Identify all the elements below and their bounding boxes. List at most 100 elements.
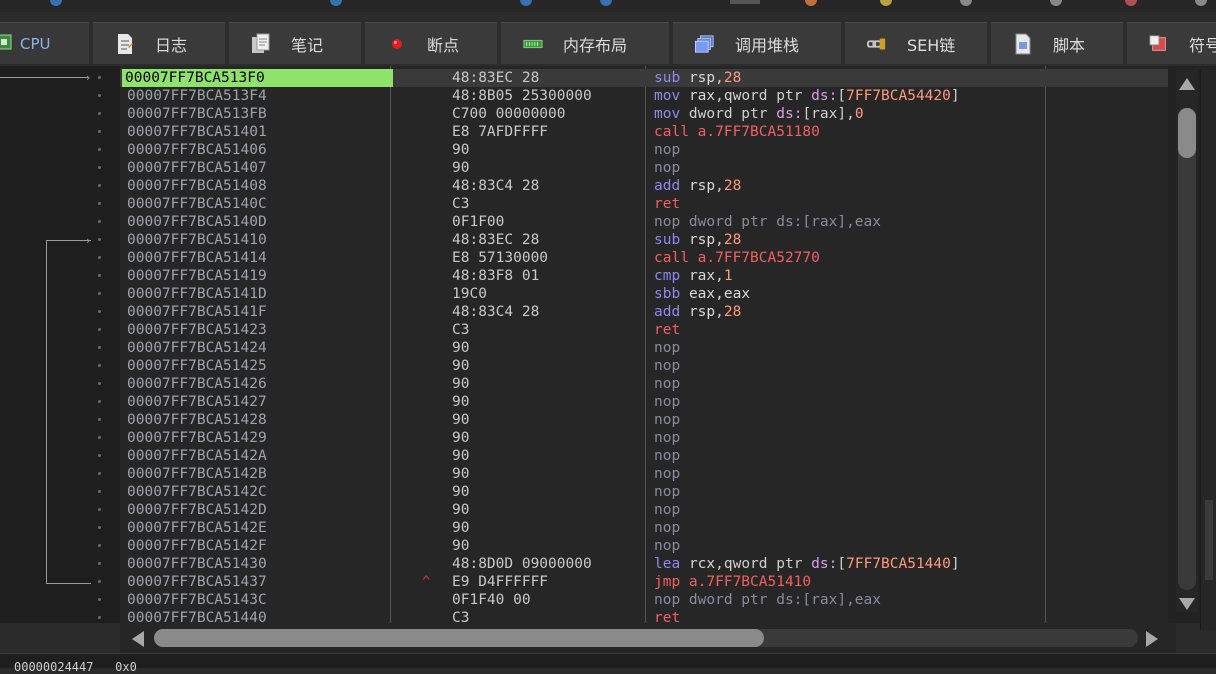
breakpoint-slot[interactable] [98,382,101,385]
breakpoint-slot[interactable] [98,436,101,439]
instruction-cell: ret [654,195,680,213]
breakpoint-slot[interactable] [98,418,101,421]
scroll-thumb[interactable] [154,629,764,647]
disasm-row[interactable]: 00007FF7BCA51424 90 nop [120,339,1168,357]
disasm-row[interactable]: 00007FF7BCA51427 90 nop [120,393,1168,411]
memory-map-icon [523,33,543,55]
tab-call-stack[interactable]: 调用堆栈 [673,22,841,64]
breakpoint-slot[interactable] [98,526,101,529]
disasm-row[interactable]: 00007FF7BCA51430 48:8D0D 09000000 lea rcx,… [120,555,1168,573]
instruction-token: sbb [654,286,681,302]
disasm-row[interactable]: 00007FF7BCA5140C C3 ret [120,195,1168,213]
disasm-row[interactable]: 00007FF7BCA51426 90 nop [120,375,1168,393]
disasm-row[interactable]: 00007FF7BCA513FB C700 00000000 mov dword p… [120,105,1168,123]
disasm-row[interactable]: 00007FF7BCA51429 90 nop [120,429,1168,447]
toolbar-icon[interactable] [520,0,532,6]
disasm-row[interactable]: 00007FF7BCA51425 90 nop [120,357,1168,375]
breakpoint-slot[interactable] [98,580,101,583]
instruction-token: [rax],eax [802,214,881,230]
toolbar-icon[interactable] [960,0,972,6]
disassembly-listing[interactable]: 00007FF7BCA513F0 48:83EC 28 sub rsp,28 0000… [120,66,1168,623]
disasm-row[interactable]: 00007FF7BCA51407 90 nop [120,159,1168,177]
disasm-row[interactable]: 00007FF7BCA51437 ^ E9 D4FFFFFF jmp a.7FF7BC… [120,573,1168,591]
toolbar-icon[interactable] [1195,0,1207,6]
breakpoint-slot[interactable] [98,310,101,313]
breakpoint-slot[interactable] [98,400,101,403]
breakpoint-slot[interactable] [98,346,101,349]
scroll-thumb[interactable] [1178,108,1196,158]
disasm-row[interactable]: 00007FF7BCA5140D 0F1F00 nop dword ptr ds:[… [120,213,1168,231]
breakpoint-slot[interactable] [98,274,101,277]
panel-splitter[interactable] [1205,500,1213,580]
scroll-track[interactable] [1178,108,1196,590]
tab-seh-chain[interactable]: SEH链 [845,22,987,64]
toolbar-icon[interactable] [880,0,892,6]
breakpoint-slot[interactable] [98,490,101,493]
toolbar-icon[interactable] [50,0,62,6]
breakpoint-slot[interactable] [98,508,101,511]
disasm-row[interactable]: 00007FF7BCA513F4 48:8B05 25300000 mov rax,… [120,87,1168,105]
toolbar-icon[interactable] [600,0,612,6]
disasm-row[interactable]: 00007FF7BCA51406 90 nop [120,141,1168,159]
scroll-right-icon[interactable] [1146,631,1158,647]
toolbar-icon[interactable] [805,0,817,6]
toolbar-icon[interactable] [1125,0,1137,6]
disasm-row[interactable]: 00007FF7BCA5141D 19C0 sbb eax,eax [120,285,1168,303]
breakpoint-slot[interactable] [98,184,101,187]
address-cell: 00007FF7BCA51424 [127,340,267,356]
breakpoint-slot[interactable] [98,166,101,169]
instruction-cell: add rsp,28 [654,303,741,321]
disasm-row[interactable]: 00007FF7BCA5143C 0F1F40 00 nop dword ptr d… [120,591,1168,609]
breakpoint-slot[interactable] [98,616,101,619]
disasm-row[interactable]: 00007FF7BCA513F0 48:83EC 28 sub rsp,28 [120,69,1168,87]
disasm-row[interactable]: 00007FF7BCA51440 C3 ret [120,609,1168,623]
scroll-down-icon[interactable] [1179,598,1195,610]
toolbar-icon[interactable] [730,0,760,4]
vertical-scrollbar[interactable] [1176,70,1198,612]
tab-notes[interactable]: 笔记 [229,22,361,64]
tab-symbols[interactable]: 符号 [1127,22,1216,64]
breakpoint-slot[interactable] [98,364,101,367]
breakpoint-slot[interactable] [98,94,101,97]
breakpoint-slot[interactable] [98,112,101,115]
toolbar-icon[interactable] [1050,0,1062,6]
disasm-row[interactable]: 00007FF7BCA5142B 90 nop [120,465,1168,483]
breakpoint-slot[interactable] [98,238,101,241]
breakpoint-slot[interactable] [98,472,101,475]
tab-cpu[interactable]: CPU [0,22,89,64]
disasm-row[interactable]: 00007FF7BCA5142A 90 nop [120,447,1168,465]
breakpoint-slot[interactable] [98,292,101,295]
scroll-up-icon[interactable] [1179,78,1195,90]
disasm-row[interactable]: 00007FF7BCA5142C 90 nop [120,483,1168,501]
disasm-row[interactable]: 00007FF7BCA51401 E8 7AFDFFFF call a.7FF7BC… [120,123,1168,141]
disasm-row[interactable]: 00007FF7BCA5142E 90 nop [120,519,1168,537]
disasm-row[interactable]: 00007FF7BCA51408 48:83C4 28 add rsp,28 [120,177,1168,195]
tab-script[interactable]: 脚本 [991,22,1123,64]
disasm-row[interactable]: 00007FF7BCA51414 E8 57130000 call a.7FF7BC… [120,249,1168,267]
breakpoint-slot[interactable] [98,130,101,133]
horizontal-scrollbar[interactable] [120,623,1176,653]
breakpoint-slot[interactable] [98,328,101,331]
breakpoint-slot[interactable] [98,256,101,259]
breakpoint-slot[interactable] [98,76,101,79]
tab-breakpoints[interactable]: 断点 [365,22,497,64]
disasm-row[interactable]: 00007FF7BCA51410 48:83EC 28 sub rsp,28 [120,231,1168,249]
breakpoint-slot[interactable] [98,598,101,601]
disasm-row[interactable]: 00007FF7BCA51419 48:83F8 01 cmp rax,1 [120,267,1168,285]
breakpoint-slot[interactable] [98,220,101,223]
scroll-left-icon[interactable] [132,631,144,647]
tab-log[interactable]: 日志 [93,22,225,64]
branch-gutter[interactable]: › › [0,66,120,623]
breakpoint-slot[interactable] [98,544,101,547]
disasm-row[interactable]: 00007FF7BCA5142D 90 nop [120,501,1168,519]
breakpoint-slot[interactable] [98,148,101,151]
toolbar-icon[interactable] [330,0,342,6]
breakpoint-slot[interactable] [98,562,101,565]
disasm-row[interactable]: 00007FF7BCA5141F 48:83C4 28 add rsp,28 [120,303,1168,321]
tab-memory-map[interactable]: 内存布局 [501,22,669,64]
disasm-row[interactable]: 00007FF7BCA5142F 90 nop [120,537,1168,555]
disasm-row[interactable]: 00007FF7BCA51428 90 nop [120,411,1168,429]
breakpoint-slot[interactable] [98,202,101,205]
disasm-row[interactable]: 00007FF7BCA51423 C3 ret [120,321,1168,339]
breakpoint-slot[interactable] [98,454,101,457]
